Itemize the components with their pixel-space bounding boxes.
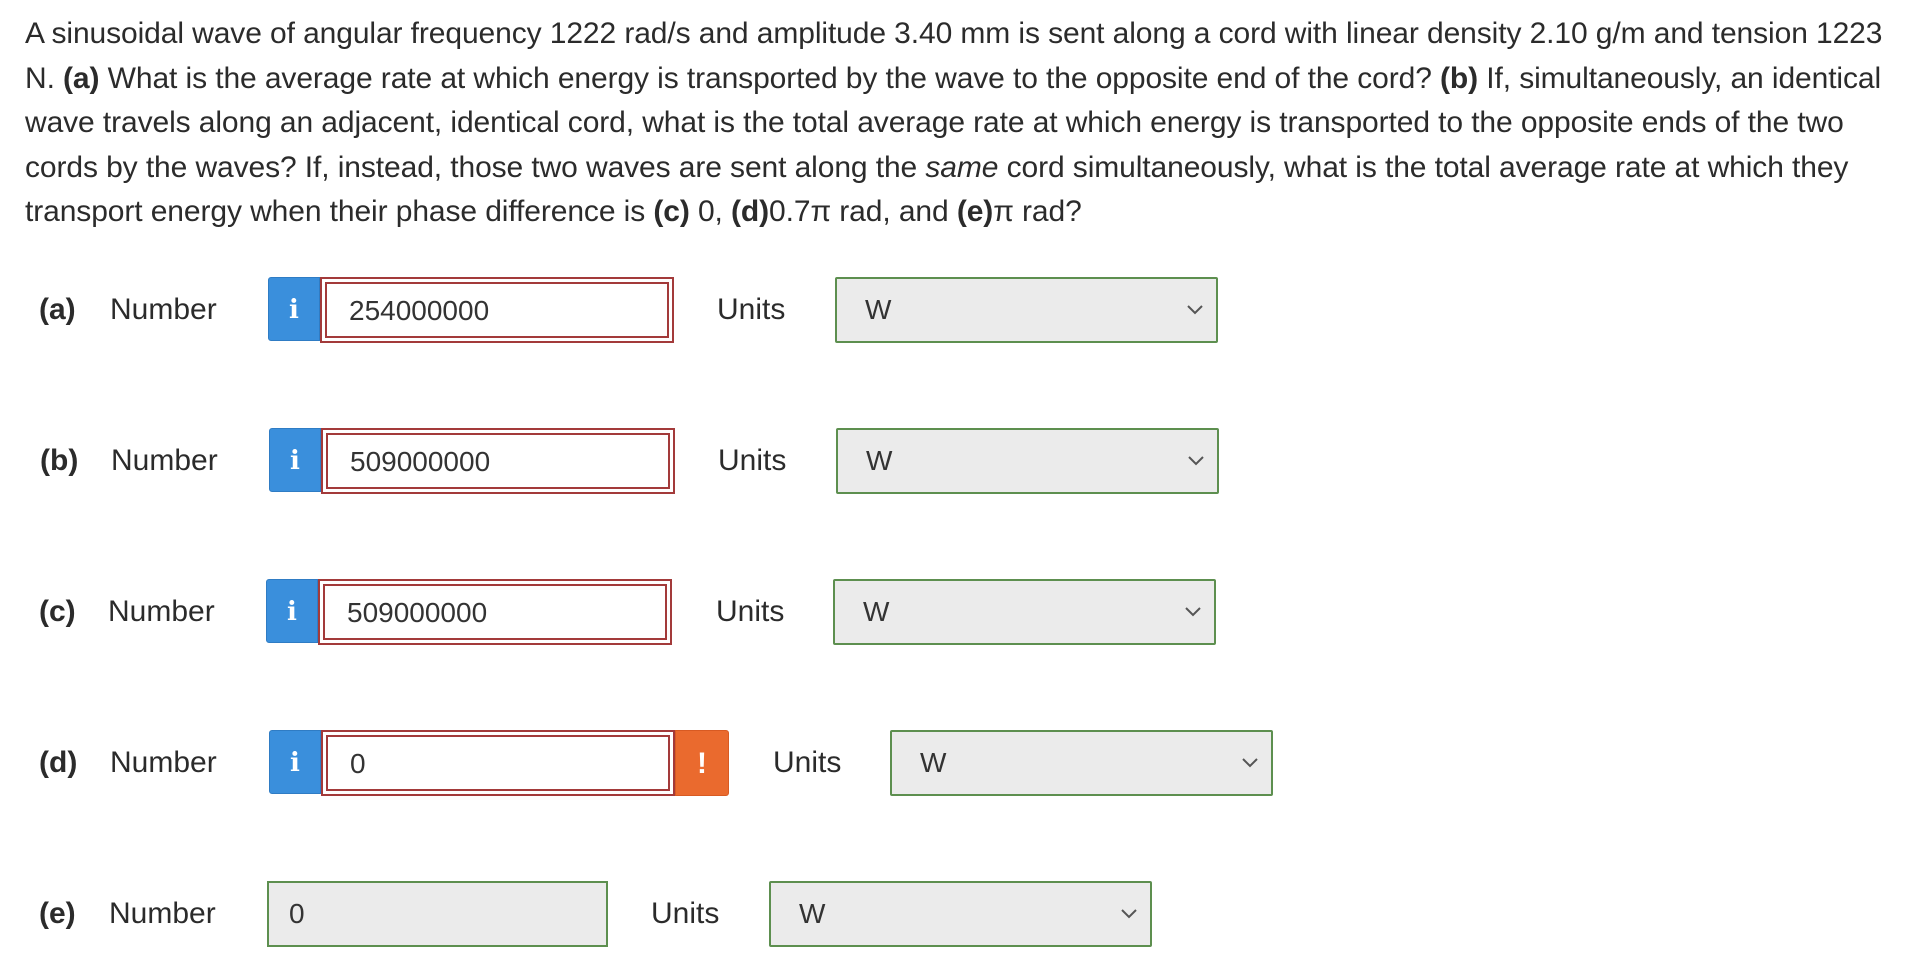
question-emphasis: same xyxy=(925,150,999,184)
units-label: Units xyxy=(716,595,785,628)
answer-row-d: (d) Number i 0 ! Units W xyxy=(0,730,1300,796)
question-part-b-tag: (b) xyxy=(1440,61,1479,95)
number-label: Number xyxy=(109,897,216,930)
units-label: Units xyxy=(718,444,787,477)
part-label: (d) xyxy=(39,746,78,779)
part-label: (e) xyxy=(39,897,76,930)
info-icon[interactable]: i xyxy=(268,277,320,341)
answer-value[interactable]: 0 xyxy=(269,883,606,945)
units-label: Units xyxy=(773,746,842,779)
question-part-a-tag: (a) xyxy=(63,61,100,95)
number-label: Number xyxy=(110,293,217,326)
chevron-down-icon xyxy=(1188,456,1204,466)
units-select[interactable]: W xyxy=(836,428,1219,494)
chevron-down-icon xyxy=(1187,305,1203,315)
answer-input[interactable]: 0 xyxy=(321,730,675,796)
answer-value[interactable]: 0 xyxy=(326,735,670,791)
part-label: (c) xyxy=(39,595,76,628)
units-selected-value: W xyxy=(863,596,890,627)
units-select[interactable]: W xyxy=(833,579,1216,645)
part-label: (b) xyxy=(40,444,79,477)
question-part-e: π rad? xyxy=(993,195,1082,228)
answer-value[interactable]: 254000000 xyxy=(325,282,669,338)
answer-row-a: (a) Number i 254000000 Units W xyxy=(0,277,1300,343)
answer-input[interactable]: 0 xyxy=(267,881,608,947)
question-part-d-tag: (d) xyxy=(731,195,770,228)
units-select[interactable]: W xyxy=(835,277,1218,343)
answer-input[interactable]: 254000000 xyxy=(320,277,674,343)
part-label: (a) xyxy=(39,293,76,326)
answer-row-b: (b) Number i 509000000 Units W xyxy=(0,428,1300,494)
units-label: Units xyxy=(651,897,720,930)
answer-row-e: (e) Number 0 Units W xyxy=(0,881,1300,947)
info-icon[interactable]: i xyxy=(269,730,321,794)
answer-value[interactable]: 509000000 xyxy=(323,584,667,640)
answer-input[interactable]: 509000000 xyxy=(321,428,675,494)
info-icon[interactable]: i xyxy=(269,428,321,492)
question-part-c: 0, xyxy=(689,195,732,228)
answer-row-c: (c) Number i 509000000 Units W xyxy=(0,579,1300,645)
chevron-down-icon xyxy=(1242,758,1258,768)
question-text: A sinusoidal wave of angular frequency 1… xyxy=(25,12,1905,235)
question-part-c-tag: (c) xyxy=(653,195,690,228)
info-icon[interactable]: i xyxy=(266,579,318,643)
units-select[interactable]: W xyxy=(769,881,1152,947)
number-label: Number xyxy=(110,746,217,779)
number-label: Number xyxy=(111,444,218,477)
warning-icon[interactable]: ! xyxy=(675,730,729,796)
question-part-e-tag: (e) xyxy=(956,195,994,228)
question-part-a: What is the average rate at which energy… xyxy=(99,61,1441,95)
units-selected-value: W xyxy=(920,747,947,778)
units-selected-value: W xyxy=(866,445,893,476)
units-select[interactable]: W xyxy=(890,730,1273,796)
answer-input[interactable]: 509000000 xyxy=(318,579,672,645)
answer-value[interactable]: 509000000 xyxy=(326,433,670,489)
units-selected-value: W xyxy=(865,294,892,325)
chevron-down-icon xyxy=(1121,909,1137,919)
question-part-d: 0.7π rad, and xyxy=(769,195,957,228)
chevron-down-icon xyxy=(1185,607,1201,617)
number-label: Number xyxy=(108,595,215,628)
units-selected-value: W xyxy=(799,898,826,929)
units-label: Units xyxy=(717,293,786,326)
